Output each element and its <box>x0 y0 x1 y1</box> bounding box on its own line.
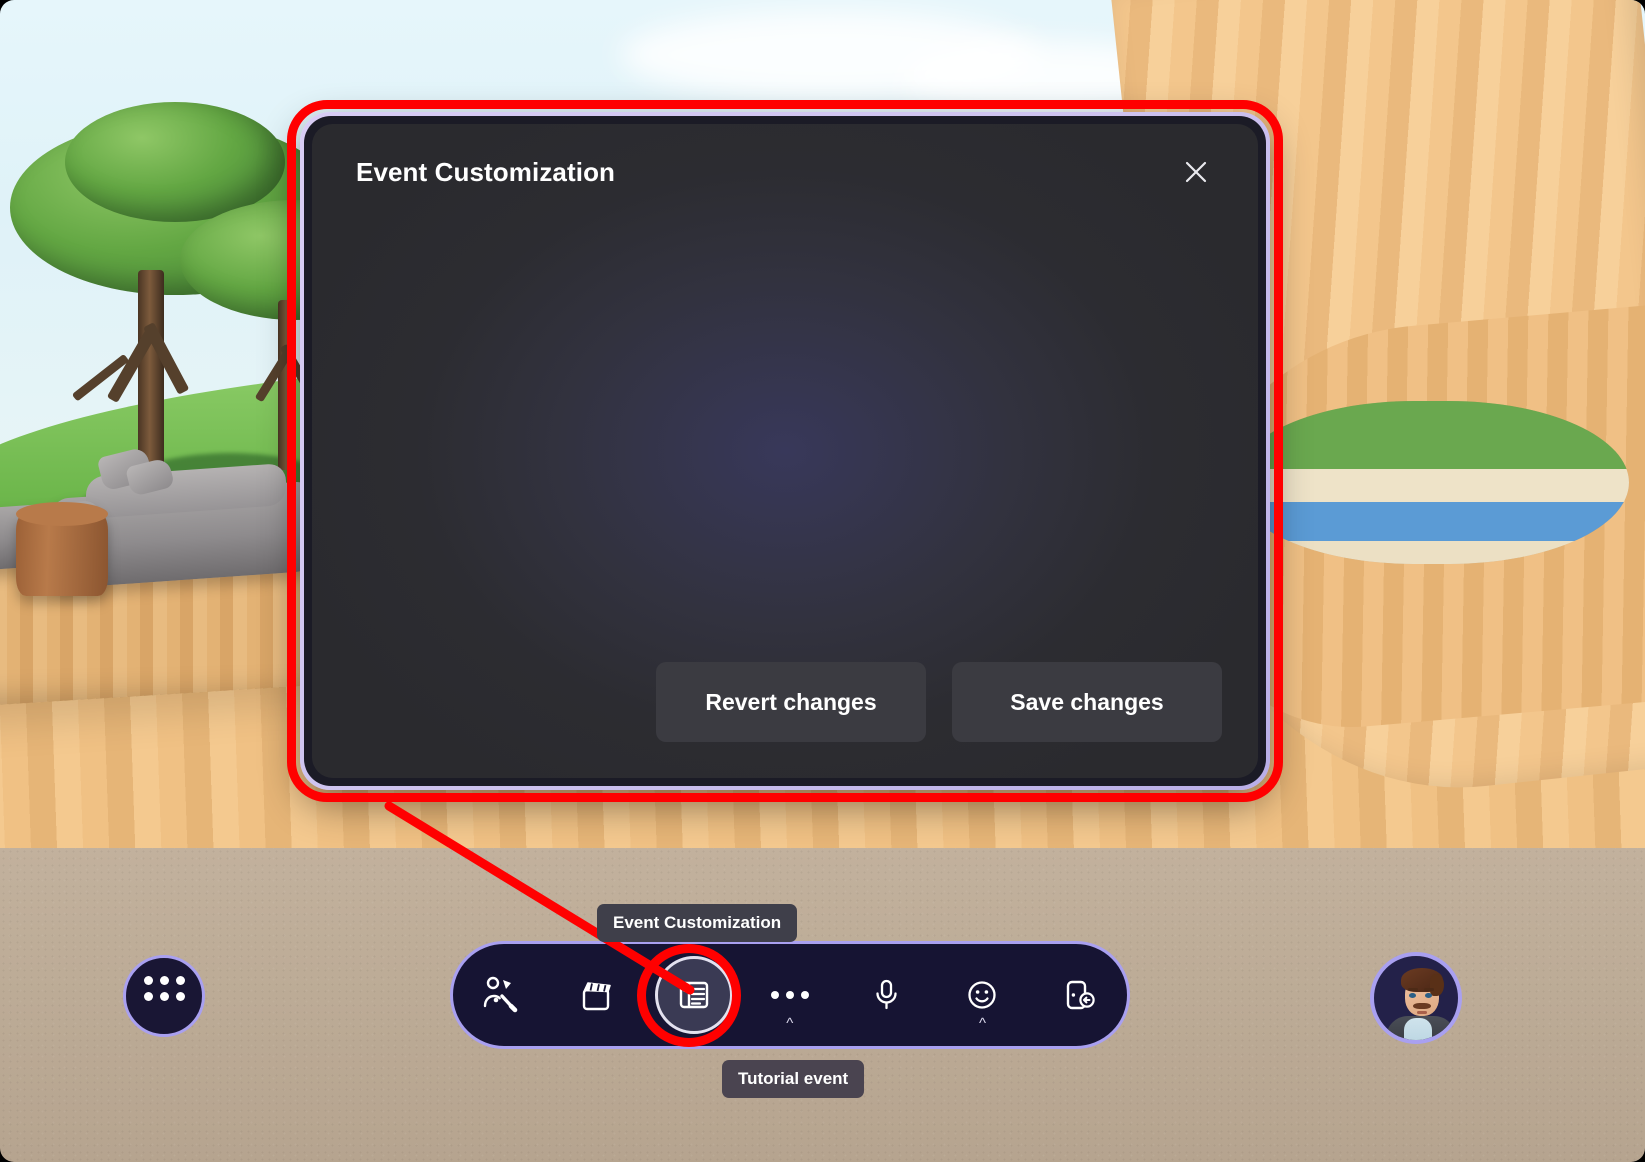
dialog-footer: Revert changes Save changes <box>312 662 1258 778</box>
avatar-hair-side <box>1430 974 1444 996</box>
dialog-surface: Event Customization Revert changes Save … <box>312 124 1258 778</box>
tutorial-event-label: Tutorial event <box>722 1060 865 1098</box>
tooltip-event-customization: Event Customization <box>597 904 798 942</box>
save-changes-button[interactable]: Save changes <box>952 662 1222 742</box>
toolbar-item-reactions[interactable] <box>453 951 549 1039</box>
event-customization-dialog: Event Customization Revert changes Save … <box>300 112 1270 790</box>
avatar[interactable] <box>1370 952 1462 1044</box>
toolbar-item-leave[interactable] <box>1031 951 1127 1039</box>
grid-dots-icon <box>143 975 185 1017</box>
leave-door-icon <box>1066 980 1095 1010</box>
clapperboard-icon <box>583 982 612 1011</box>
avatar-eye-right <box>1425 993 1432 998</box>
more-horizontal-icon <box>770 991 809 999</box>
avatar-mustache <box>1413 1003 1431 1009</box>
reactions-icon <box>483 976 518 1013</box>
dialog-content-area <box>312 220 1258 662</box>
page-title: Event Customization <box>356 156 616 187</box>
toolbar-item-microphone[interactable] <box>838 951 934 1039</box>
window-view <box>1233 400 1629 564</box>
chevron-up-icon: ^ <box>978 1015 986 1032</box>
active-selection-ring <box>654 956 733 1034</box>
wooden-stool-top <box>16 502 108 526</box>
event-customization-icon <box>679 981 708 1009</box>
toolbar-item-video-effects[interactable] <box>549 951 645 1039</box>
avatar-shirt <box>1404 1018 1432 1040</box>
meeting-toolbar: ^ ^ <box>450 941 1130 1049</box>
toolbar-item-more-options[interactable]: ^ <box>742 951 838 1039</box>
close-icon <box>1185 161 1207 183</box>
revert-changes-button[interactable]: Revert changes <box>656 662 926 742</box>
dialog-header: Event Customization <box>312 124 1258 220</box>
apps-button[interactable] <box>123 955 205 1037</box>
toolbar-item-event-customization[interactable] <box>646 951 742 1039</box>
avatar-brow-right <box>1424 988 1434 991</box>
avatar-brow-left <box>1408 988 1418 991</box>
chevron-up-icon: ^ <box>786 1015 794 1032</box>
avatar-eye-left <box>1409 993 1416 998</box>
toolbar-item-emoji[interactable]: ^ <box>934 951 1030 1039</box>
smiley-icon <box>968 981 997 1009</box>
app-window: Event Customization Revert changes Save … <box>0 0 1645 1162</box>
avatar-mouth <box>1417 1011 1427 1014</box>
dialog-frame: Event Customization Revert changes Save … <box>304 116 1266 786</box>
close-button[interactable] <box>1174 150 1218 194</box>
microphone-icon <box>876 979 897 1010</box>
